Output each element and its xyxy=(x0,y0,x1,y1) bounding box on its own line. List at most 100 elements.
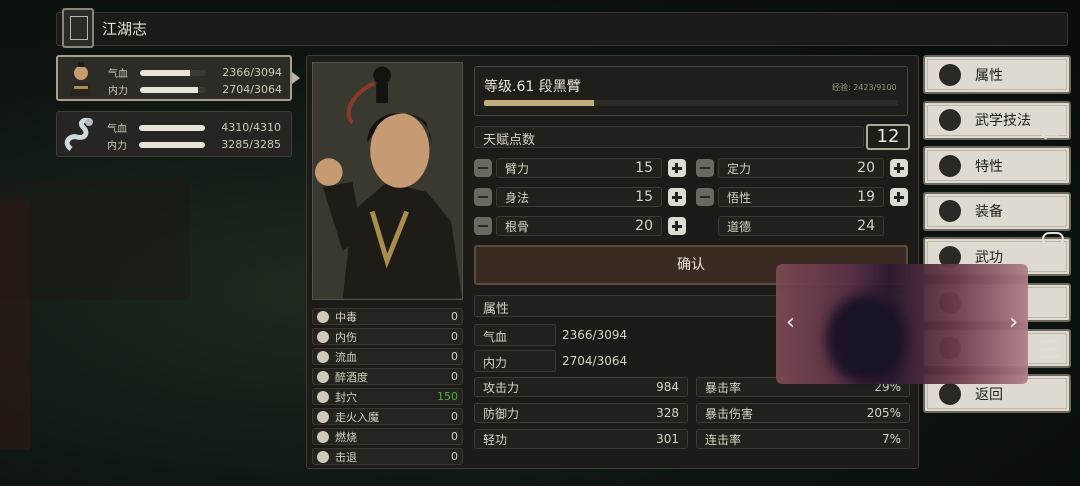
decrease-stat-button[interactable] xyxy=(474,159,492,177)
increase-stat-button[interactable] xyxy=(890,188,908,206)
stat-name: 定力 xyxy=(727,161,752,176)
combat-stat-name: 暴击伤害 xyxy=(705,406,754,421)
stat-box: 道德 24 xyxy=(718,216,884,236)
level-and-name: 等级.61 段黑臂 xyxy=(484,79,581,95)
hp-bar xyxy=(140,69,206,76)
status-name: 燃烧 xyxy=(335,430,357,444)
status-effect-row: 走火入魔 0 xyxy=(312,408,463,425)
mp-label: 内力 xyxy=(108,86,128,97)
stat-4: 悟性 19 xyxy=(696,187,910,207)
home-circle-icon[interactable] xyxy=(1042,232,1064,246)
talent-points-value: 12 xyxy=(866,124,910,150)
stat-box: 身法 15 xyxy=(496,187,662,207)
party-member-1[interactable]: 气血 2366/3094 内力 2704/3064 xyxy=(56,55,300,101)
status-icon xyxy=(317,310,329,323)
exp-text: 经验: 2423/9100 xyxy=(832,83,897,92)
combat-stat-value: 205% xyxy=(866,406,901,420)
status-name: 击退 xyxy=(335,450,357,464)
status-icon xyxy=(317,430,329,443)
side-menu-label: 装备 xyxy=(975,204,1003,221)
status-name: 中毒 xyxy=(335,310,357,324)
status-value: 0 xyxy=(451,450,458,463)
side-menu-label: 返回 xyxy=(975,386,1003,403)
party-member-2[interactable]: 气血 4310/4310 内力 3285/3285 xyxy=(56,111,292,157)
person-icon xyxy=(939,63,961,86)
stat-1: 臂力 15 xyxy=(474,158,688,178)
status-icon xyxy=(317,330,329,343)
journal-book-icon[interactable] xyxy=(62,8,94,48)
attr-hp-value: 2366/3094 xyxy=(562,328,628,342)
skill-icon xyxy=(939,109,961,132)
back-arrow-icon[interactable]: ← xyxy=(1040,120,1060,148)
status-name: 封穴 xyxy=(335,390,357,404)
status-effect-row: 流血 0 xyxy=(312,348,463,365)
mp-value: 2704/3064 xyxy=(222,83,282,96)
status-icon xyxy=(317,370,329,383)
status-effect-row: 中毒 0 xyxy=(312,308,463,325)
attr-mp-label: 内力 xyxy=(474,350,556,372)
combat-stat: 暴击伤害 205% xyxy=(696,403,910,423)
status-name: 走火入魔 xyxy=(335,410,379,424)
hp-value: 4310/4310 xyxy=(221,121,281,134)
decrease-stat-button[interactable] xyxy=(696,188,714,206)
combat-stat: 连击率 7% xyxy=(696,429,910,449)
combat-stat: 攻击力 984 xyxy=(474,377,688,397)
status-value: 0 xyxy=(451,330,458,343)
popup-next-icon[interactable]: › xyxy=(1009,310,1018,335)
increase-stat-button[interactable] xyxy=(668,188,686,206)
stat-box: 臂力 15 xyxy=(496,158,662,178)
decrease-stat-button[interactable] xyxy=(474,217,492,235)
stat-box: 定力 20 xyxy=(718,158,884,178)
status-effect-row: 内伤 0 xyxy=(312,328,463,345)
attr-hp-label: 气血 xyxy=(474,324,556,346)
decrease-stat-button[interactable] xyxy=(474,188,492,206)
increase-stat-button[interactable] xyxy=(890,159,908,177)
stat-name: 根骨 xyxy=(505,219,530,234)
status-icon xyxy=(317,350,329,363)
combat-stat: 防御力 328 xyxy=(474,403,688,423)
page-title: 江湖志 xyxy=(102,20,148,38)
status-icon xyxy=(317,390,329,403)
stat-name: 悟性 xyxy=(727,190,752,205)
decrease-stat-button[interactable] xyxy=(696,159,714,177)
combat-stat-name: 攻击力 xyxy=(483,380,520,395)
stat-value: 15 xyxy=(635,189,653,205)
stat-name: 臂力 xyxy=(505,161,530,176)
top-bar xyxy=(56,12,1068,46)
combat-stat-name: 防御力 xyxy=(483,406,520,421)
side-menu-button[interactable]: 属性 xyxy=(923,55,1071,94)
menu-lines-icon[interactable]: ☰ xyxy=(1040,336,1062,364)
stat-6: 道德 24 xyxy=(696,216,910,236)
combat-stat-value: 7% xyxy=(881,432,901,446)
stat-box: 根骨 20 xyxy=(496,216,662,236)
stat-3: 身法 15 xyxy=(474,187,688,207)
combat-stat-value: 328 xyxy=(656,406,679,420)
stat-value: 20 xyxy=(635,218,653,234)
popup-prev-icon[interactable]: ‹ xyxy=(786,310,795,335)
exit-icon xyxy=(939,382,961,405)
mp-bar xyxy=(140,86,206,93)
status-icon xyxy=(317,450,329,463)
stat-box: 悟性 19 xyxy=(718,187,884,207)
sword-icon xyxy=(939,200,961,223)
stat-5: 根骨 20 xyxy=(474,216,688,236)
mp-value: 3285/3285 xyxy=(221,138,281,151)
side-menu-button[interactable]: 特性 xyxy=(923,146,1071,186)
status-name: 流血 xyxy=(335,350,357,364)
attr-mp-value: 2704/3064 xyxy=(562,354,628,368)
side-menu-label: 特性 xyxy=(975,158,1003,175)
attr-mp-row: 内力 2704/3064 xyxy=(474,350,774,372)
stat-name: 身法 xyxy=(505,190,530,205)
status-value: 0 xyxy=(451,410,458,423)
selected-arrow-icon xyxy=(292,72,300,84)
stat-value: 19 xyxy=(857,189,875,205)
floating-video-popup[interactable]: ‹ › xyxy=(776,264,1028,384)
hp-label: 气血 xyxy=(107,124,127,135)
stat-2: 定力 20 xyxy=(696,158,910,178)
character-portrait xyxy=(312,62,463,300)
side-menu-button[interactable]: 装备 xyxy=(923,191,1071,231)
combat-stat: 轻功 301 xyxy=(474,429,688,449)
increase-stat-button[interactable] xyxy=(668,217,686,235)
hp-value: 2366/3094 xyxy=(222,66,282,79)
increase-stat-button[interactable] xyxy=(668,159,686,177)
